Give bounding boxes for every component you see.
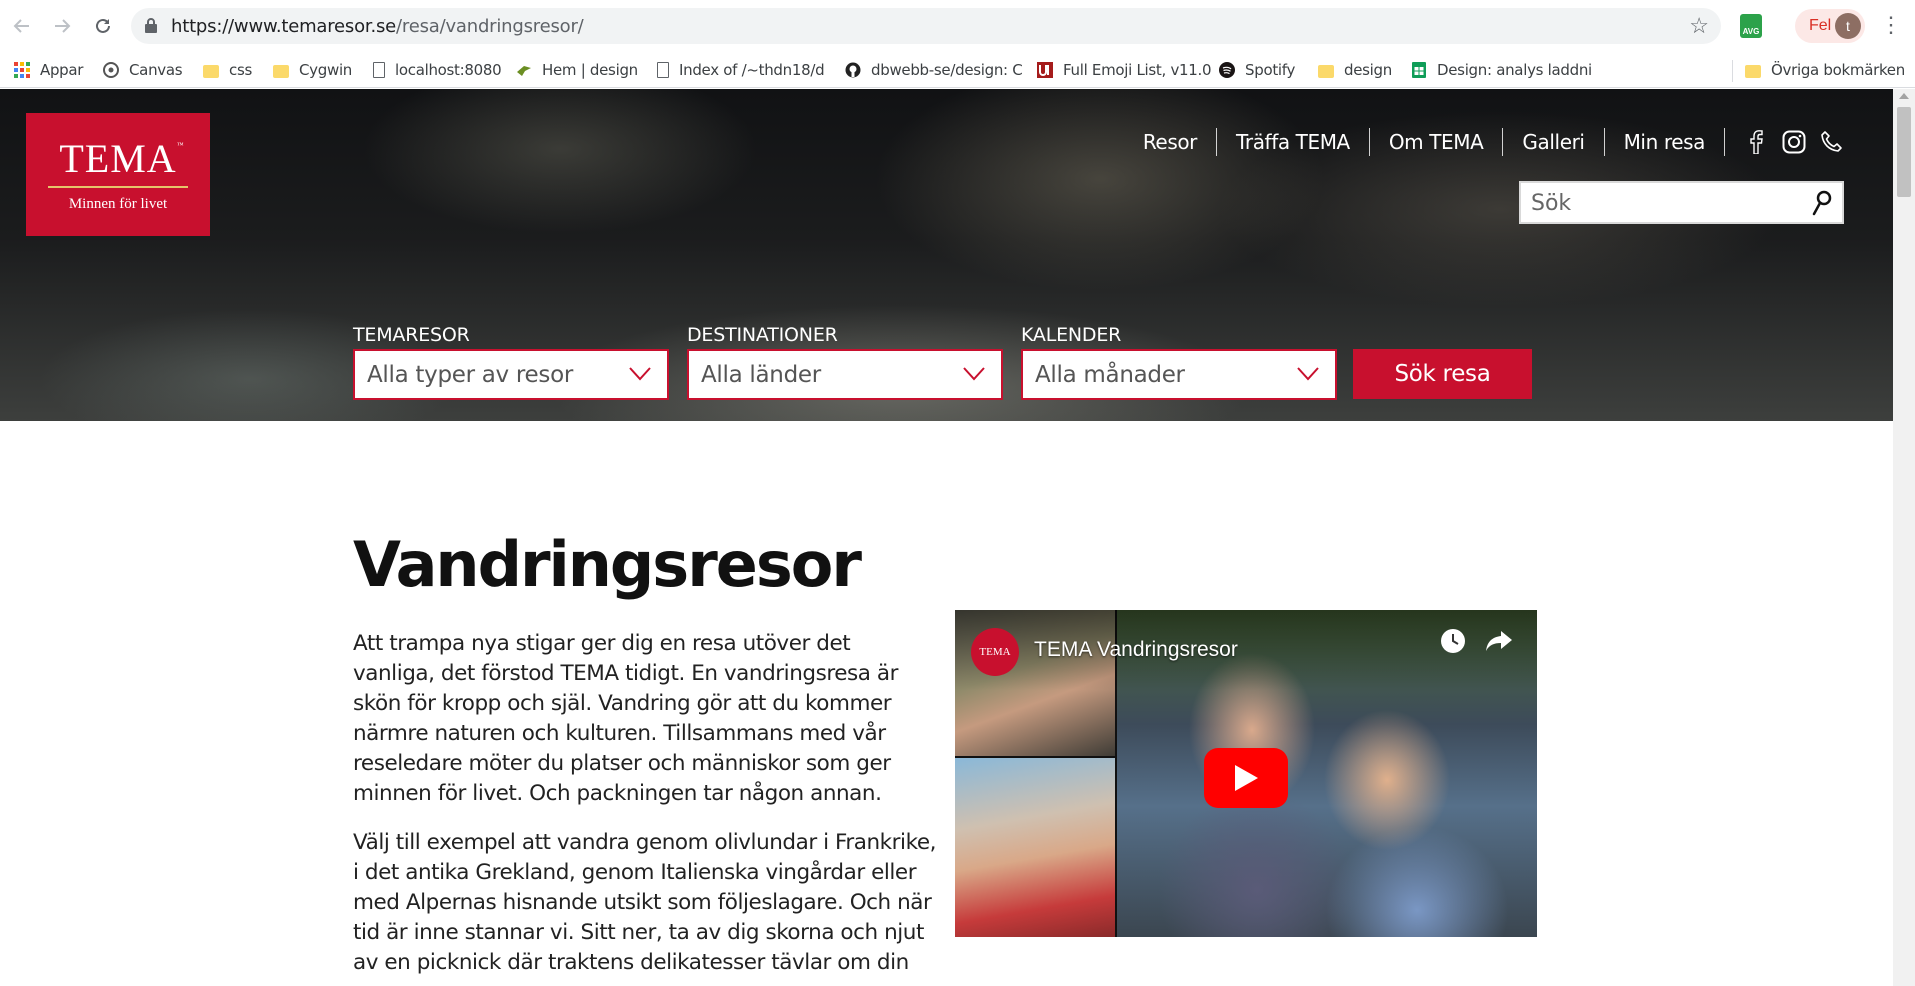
search-input[interactable] bbox=[1531, 189, 1801, 217]
forward-arrow-icon[interactable] bbox=[48, 12, 76, 40]
search-trip-button[interactable]: Sök resa bbox=[1353, 349, 1532, 399]
share-icon[interactable] bbox=[1485, 628, 1513, 654]
logo-wordmark: TEMA ™ bbox=[59, 136, 185, 181]
folder-icon bbox=[273, 64, 289, 78]
select-temaresor[interactable]: Alla typer av resor bbox=[353, 349, 669, 400]
profile-button[interactable]: Fel t bbox=[1795, 9, 1865, 43]
video-divider bbox=[955, 756, 1115, 758]
bookmark-apps[interactable]: Appar bbox=[14, 60, 83, 80]
bird-icon bbox=[517, 66, 531, 76]
page-icon bbox=[373, 62, 385, 78]
bookmark-index[interactable]: Index of /~thdn18/d bbox=[657, 60, 825, 80]
instagram-icon[interactable] bbox=[1781, 129, 1807, 155]
reload-icon[interactable] bbox=[89, 12, 117, 40]
bookmark-canvas[interactable]: Canvas bbox=[103, 60, 183, 80]
page-scrollbar[interactable] bbox=[1893, 89, 1915, 986]
watch-later-icon[interactable] bbox=[1440, 628, 1466, 654]
menu-kebab-icon[interactable]: ⋮ bbox=[1880, 14, 1902, 36]
social-links bbox=[1725, 129, 1845, 155]
facebook-icon[interactable] bbox=[1743, 129, 1769, 155]
bookmark-css[interactable]: css bbox=[203, 60, 252, 80]
lock-icon bbox=[145, 18, 157, 33]
select-kalender[interactable]: Alla månader bbox=[1021, 349, 1337, 400]
url-text[interactable]: https://www.temaresor.se/resa/vandringsr… bbox=[171, 16, 584, 37]
bookmark-design-analys[interactable]: Design: analys laddni bbox=[1411, 60, 1592, 80]
page-icon bbox=[657, 62, 669, 78]
phone-icon[interactable] bbox=[1819, 129, 1845, 155]
logo-tagline: Minnen för livet bbox=[68, 195, 168, 212]
bookmark-spotify[interactable]: Spotify bbox=[1219, 60, 1295, 80]
main-navigation: Resor Träffa TEMA Om TEMA Galleri Min re… bbox=[1124, 125, 1845, 159]
scroll-up-icon[interactable] bbox=[1899, 93, 1909, 99]
nav-galleri[interactable]: Galleri bbox=[1503, 128, 1605, 156]
site-search bbox=[1519, 181, 1844, 224]
play-icon bbox=[1235, 765, 1258, 791]
nav-traffa-tema[interactable]: Träffa TEMA bbox=[1217, 128, 1370, 156]
nav-om-tema[interactable]: Om TEMA bbox=[1370, 128, 1504, 156]
bookmark-other[interactable]: Övriga bokmärken bbox=[1745, 60, 1905, 80]
body-paragraph: Välj till exempel att vandra genom olivl… bbox=[353, 830, 936, 975]
chevron-down-icon bbox=[1297, 367, 1319, 381]
filter-label-destinationer: DESTINATIONER bbox=[687, 324, 838, 346]
intro-paragraph: Att trampa nya stigar ger dig en resa ut… bbox=[353, 631, 898, 806]
github-icon bbox=[845, 62, 861, 78]
youtube-video-embed[interactable]: TEMA TEMA Vandringsresor bbox=[955, 610, 1537, 937]
chevron-down-icon bbox=[963, 367, 985, 381]
apps-grid-icon bbox=[14, 62, 30, 78]
bookmark-emoji-list[interactable]: Full Emoji List, v11.0 bbox=[1037, 60, 1212, 80]
video-thumbnail-woman bbox=[955, 758, 1115, 937]
folder-icon bbox=[1318, 64, 1334, 78]
chevron-down-icon bbox=[629, 367, 651, 381]
profile-status: Fel bbox=[1809, 17, 1832, 34]
search-icon[interactable] bbox=[1808, 189, 1834, 217]
logo-divider bbox=[48, 186, 188, 188]
avg-extension-icon[interactable]: AVG bbox=[1740, 14, 1762, 38]
site-logo[interactable]: TEMA ™ Minnen för livet bbox=[26, 113, 210, 236]
avatar: t bbox=[1835, 13, 1861, 39]
bookmark-cygwin[interactable]: Cygwin bbox=[273, 60, 352, 80]
bookmark-localhost[interactable]: localhost:8080 bbox=[373, 60, 502, 80]
unicode-icon bbox=[1037, 62, 1053, 78]
bookmark-design[interactable]: design bbox=[1318, 60, 1392, 80]
folder-icon bbox=[1745, 64, 1761, 78]
channel-avatar[interactable]: TEMA bbox=[971, 628, 1019, 676]
address-bar[interactable]: https://www.temaresor.se/resa/vandringsr… bbox=[131, 8, 1721, 44]
filter-label-kalender: KALENDER bbox=[1021, 324, 1122, 346]
back-arrow-icon[interactable] bbox=[8, 12, 36, 40]
canvas-icon bbox=[103, 62, 119, 78]
play-button[interactable] bbox=[1204, 748, 1288, 808]
scroll-thumb[interactable] bbox=[1897, 107, 1911, 197]
bookmark-hem-design[interactable]: Hem | design bbox=[516, 60, 638, 80]
sheets-icon bbox=[1412, 62, 1426, 78]
browser-toolbar: https://www.temaresor.se/resa/vandringsr… bbox=[0, 0, 1915, 52]
video-title[interactable]: TEMA Vandringsresor bbox=[1034, 638, 1238, 662]
bookmarks-divider bbox=[1732, 60, 1733, 82]
select-destinationer[interactable]: Alla länder bbox=[687, 349, 1003, 400]
bookmark-star-icon[interactable]: ☆ bbox=[1689, 13, 1709, 39]
spotify-icon bbox=[1219, 62, 1235, 78]
nav-resor[interactable]: Resor bbox=[1124, 128, 1217, 156]
filter-label-temaresor: TEMARESOR bbox=[353, 324, 470, 346]
nav-min-resa[interactable]: Min resa bbox=[1605, 128, 1725, 156]
page-title: Vandringsresor bbox=[353, 528, 862, 601]
bookmarks-bar: Appar Canvas css Cygwin localhost:8080 H… bbox=[0, 52, 1915, 88]
bookmark-dbwebb[interactable]: dbwebb-se/design: C bbox=[845, 60, 1023, 80]
hero-banner: TEMA ™ Minnen för livet Resor Träffa TEMA… bbox=[0, 89, 1893, 421]
folder-icon bbox=[203, 64, 219, 78]
